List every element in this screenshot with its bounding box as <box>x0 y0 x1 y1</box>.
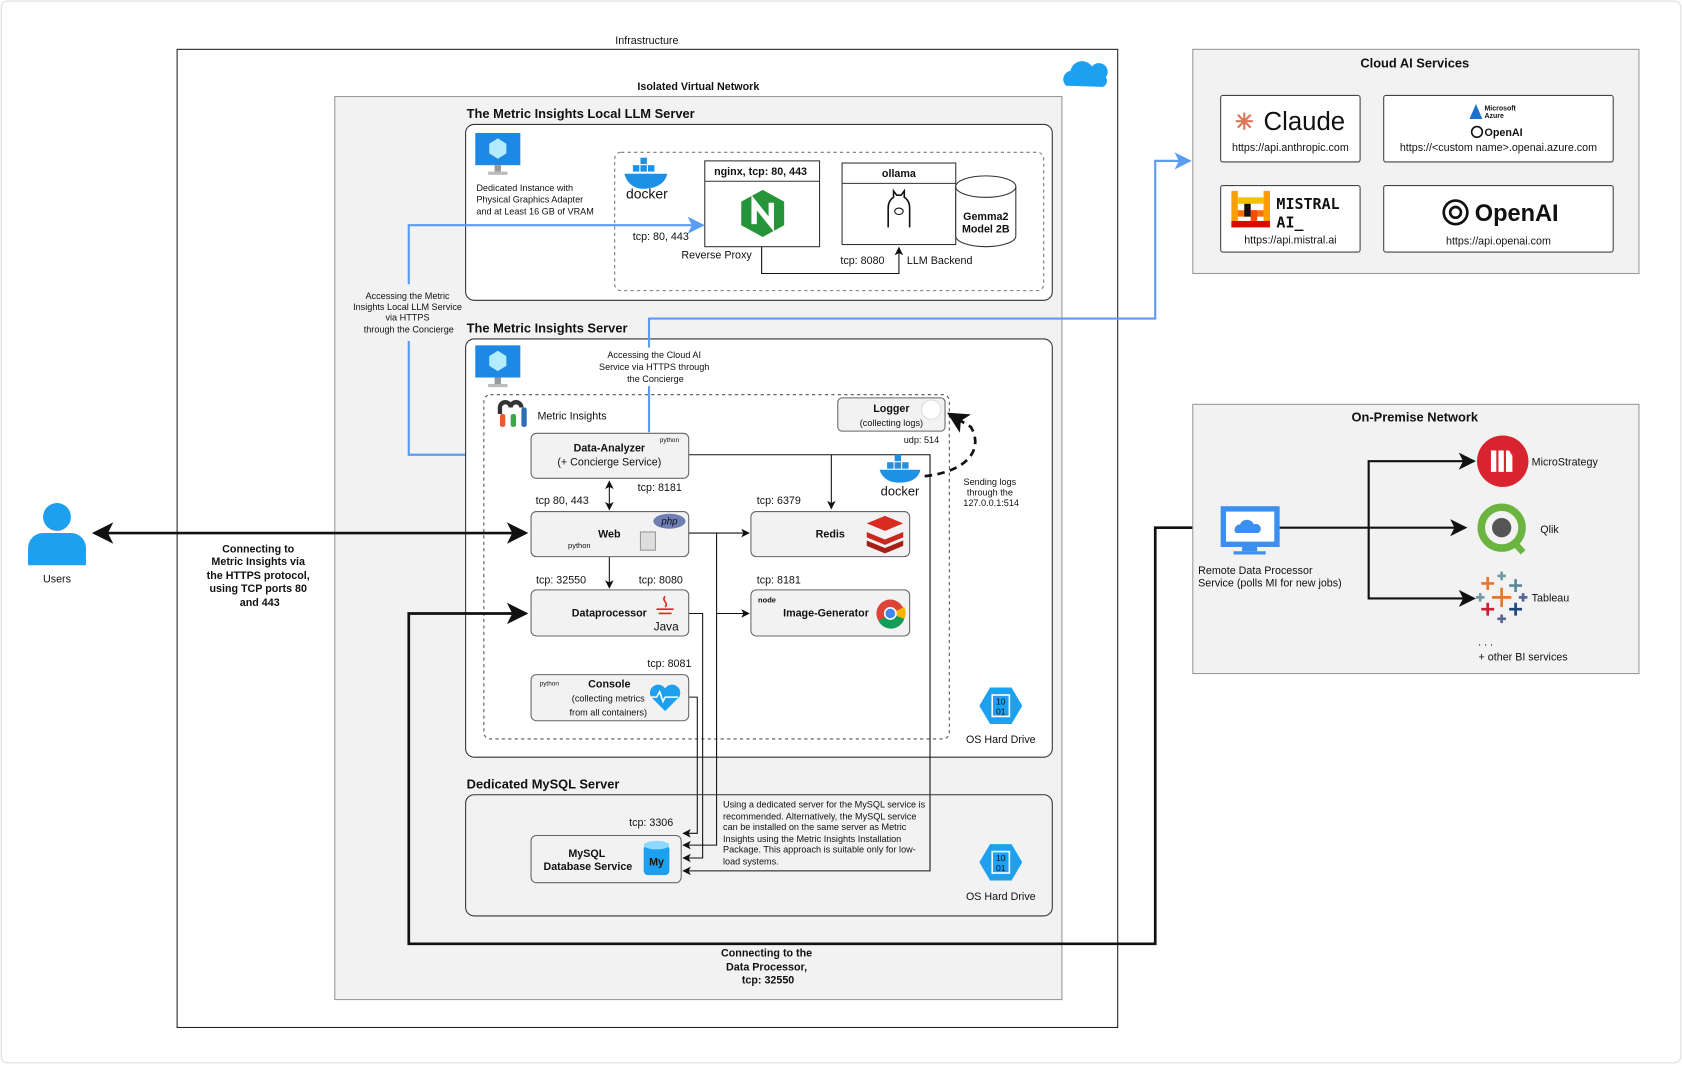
python-icon: python <box>540 680 560 687</box>
ellipsis: . . . <box>1478 637 1493 649</box>
svg-text:https://<custom name>.openai.a: https://<custom name>.openai.azure.com <box>1400 142 1597 154</box>
docker-label: docker <box>626 185 668 201</box>
svg-text:Dataprocessor: Dataprocessor <box>572 608 648 620</box>
image-generator-port: tcp: 8181 <box>757 574 801 586</box>
mysql-service[interactable]: MySQL Database Service My <box>530 834 682 884</box>
ollama-title: ollama <box>882 168 917 180</box>
svg-text:Java: Java <box>654 621 679 634</box>
ollama-port: tcp: 8080 <box>840 255 884 267</box>
svg-text:MySQL: MySQL <box>568 848 605 860</box>
svg-text:https://api.openai.com: https://api.openai.com <box>1446 236 1551 248</box>
gemma-model-storage: Gemma2 Model 2B <box>955 175 1017 248</box>
mistral-card[interactable]: MISTRAL AI_ https://api.mistral.ai <box>1220 185 1361 253</box>
svg-text:Web: Web <box>598 528 621 540</box>
azure-openai-card[interactable]: Microsoft Azure OpenAI https://<custom n… <box>1383 94 1614 163</box>
python-icon: python <box>568 541 591 550</box>
cloud-ai-title: Cloud AI Services <box>1360 56 1469 71</box>
svg-text:Data-Analyzer: Data-Analyzer <box>574 443 646 455</box>
llm-server-title: The Metric Insights Local LLM Server <box>467 106 695 121</box>
svg-text:Console: Console <box>588 678 630 690</box>
svg-text:Azure: Azure <box>1485 113 1504 120</box>
nginx-container[interactable]: nginx, tcp: 80, 443 <box>704 160 821 248</box>
ollama-role: LLM Backend <box>907 255 973 267</box>
svg-text:Logger: Logger <box>873 403 910 415</box>
svg-text:AI_: AI_ <box>1276 213 1304 231</box>
cron-icon <box>639 531 656 551</box>
svg-text:from all containers): from all containers) <box>570 707 647 717</box>
svg-text:Claude: Claude <box>1264 108 1346 136</box>
sending-logs-label: Sending logs through the 127.0.0.1:514 <box>963 477 1019 508</box>
nginx-port: tcp: 80, 443 <box>633 231 689 243</box>
console-port: tcp: 8081 <box>647 658 691 670</box>
svg-text:Microsoft: Microsoft <box>1485 105 1517 112</box>
docker-label: docker <box>881 483 920 498</box>
architecture-diagram: Infrastructure Isolated Virtual Network … <box>0 0 1682 1064</box>
claude-card[interactable]: Claude https://api.anthropic.com <box>1220 94 1361 163</box>
svg-text:OS Hard Drive: OS Hard Drive <box>966 891 1036 903</box>
nodejs-icon: node <box>758 596 776 605</box>
rsyslog-icon <box>920 399 942 420</box>
users-label: Users <box>43 573 71 585</box>
svg-text:php: php <box>660 516 678 527</box>
virtual-network-label: Isolated Virtual Network <box>637 81 759 93</box>
python-icon: python <box>660 437 680 444</box>
svg-text:Database Service: Database Service <box>543 861 632 873</box>
on-premise-title: On-Premise Network <box>1352 409 1479 424</box>
logger-port: udp: 514 <box>904 435 939 445</box>
svg-text:OS Hard Drive: OS Hard Drive <box>966 734 1036 746</box>
dataprocessor-ingress-port: tcp: 32550 <box>536 574 586 586</box>
svg-text:https://api.mistral.ai: https://api.mistral.ai <box>1244 234 1336 246</box>
svg-text:(collecting logs): (collecting logs) <box>860 418 923 428</box>
web-port: tcp 80, 443 <box>536 495 589 507</box>
svg-text:Image-Generator: Image-Generator <box>783 608 870 620</box>
svg-text:Redis: Redis <box>816 528 845 540</box>
svg-text:Tableau: Tableau <box>1532 593 1570 605</box>
mi-server-title: The Metric Insights Server <box>467 320 628 335</box>
svg-text:OpenAI: OpenAI <box>1475 200 1559 226</box>
svg-text:Model 2B: Model 2B <box>962 224 1010 236</box>
svg-text:Gemma2: Gemma2 <box>963 211 1008 223</box>
redis-service[interactable]: Redis <box>750 511 911 558</box>
svg-text:MISTRAL: MISTRAL <box>1276 195 1339 213</box>
svg-text:01: 01 <box>996 863 1006 873</box>
svg-text:MicroStrategy: MicroStrategy <box>1532 456 1599 468</box>
image-generator-service[interactable]: Image-Generator node <box>750 589 911 637</box>
analyzer-port: tcp: 8181 <box>638 482 682 494</box>
web-service[interactable]: Web php python <box>530 511 690 558</box>
metric-insights-brand: Metric Insights <box>537 410 606 422</box>
dataprocessor-service[interactable]: Dataprocessor Java <box>530 589 690 637</box>
svg-text:https://api.anthropic.com: https://api.anthropic.com <box>1232 142 1349 154</box>
logger-service[interactable]: Logger (collecting logs) <box>837 397 946 432</box>
console-service[interactable]: Console (collecting metrics from all con… <box>530 674 690 722</box>
mysql-port: tcp: 3306 <box>629 817 673 829</box>
nginx-role: Reverse Proxy <box>681 249 752 261</box>
mysql-icon: My <box>643 840 670 876</box>
openai-card[interactable]: OpenAI https://api.openai.com <box>1383 185 1614 253</box>
svg-text:(collecting metrics: (collecting metrics <box>572 693 645 703</box>
mysql-server-title: Dedicated MySQL Server <box>467 776 620 791</box>
dataprocessor-port: tcp: 8080 <box>639 574 683 586</box>
svg-text:OpenAI: OpenAI <box>1485 127 1523 139</box>
svg-text:My: My <box>649 857 664 869</box>
nginx-title: nginx, tcp: 80, 443 <box>714 166 807 178</box>
ollama-container[interactable]: ollama <box>841 162 957 246</box>
svg-text:(+ Concierge Service): (+ Concierge Service) <box>557 456 661 468</box>
other-bi-services: + other BI services <box>1479 652 1568 664</box>
svg-text:01: 01 <box>996 706 1006 716</box>
svg-text:10: 10 <box>996 853 1006 863</box>
svg-text:Qlik: Qlik <box>1540 524 1559 536</box>
claude-icon <box>1235 112 1253 130</box>
redis-port: tcp: 6379 <box>757 495 801 507</box>
svg-text:10: 10 <box>996 697 1006 707</box>
infrastructure-label: Infrastructure <box>615 35 678 47</box>
data-analyzer-service[interactable]: Data-Analyzer (+ Concierge Service) pyth… <box>530 432 690 479</box>
